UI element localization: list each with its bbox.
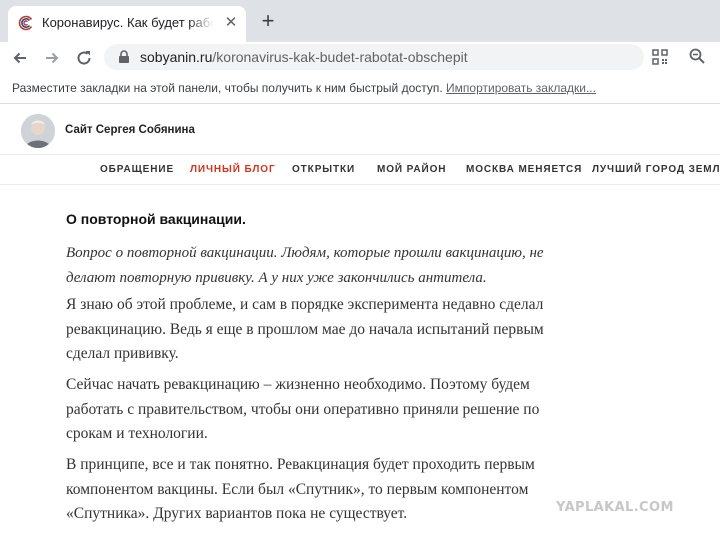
nav-item-luchshiy-gorod[interactable]: ЛУЧШИЙ ГОРОД ЗЕМЛИ <box>592 164 720 175</box>
tab-strip: Коронавирус. Как будет работать общепит … <box>0 0 720 42</box>
paragraph-line: В принципе, все и так понятно. Ревакцина… <box>66 456 535 473</box>
site-nav: ОБРАЩЕНИЕ ЛИЧНЫЙ БЛОГ ОТКРЫТКИ МОЙ РАЙОН… <box>0 154 720 185</box>
bookmarks-hint: Разместите закладки на этой панели, чтоб… <box>12 81 596 95</box>
paragraph-line: срокам и технологии. <box>66 425 208 442</box>
qr-code-icon[interactable] <box>652 49 668 65</box>
nav-item-moy-rayon[interactable]: МОЙ РАЙОН <box>377 164 446 175</box>
question-line: делают повторную прививку. А у них уже з… <box>66 269 487 286</box>
paragraph-line: компонентом вакцины. Если был «Спутник»,… <box>66 480 529 498</box>
close-icon[interactable]: ✕ <box>222 14 240 32</box>
tab-title: Коронавирус. Как будет работать общепит <box>42 15 214 30</box>
nav-item-moskva-menyaetsya[interactable]: МОСКВА МЕНЯЕТСЯ <box>466 164 582 175</box>
url-path: /koronavirus-kak-budet-rabotat-obschepit <box>212 49 468 65</box>
watermark: YAPLAKAL.COM <box>556 500 674 515</box>
avatar[interactable] <box>21 114 55 148</box>
zoom-icon[interactable] <box>688 47 706 65</box>
address-bar[interactable]: sobyanin.ru/koronavirus-kak-budet-rabota… <box>104 44 644 70</box>
arrow-left-icon[interactable] <box>9 47 31 69</box>
article-paragraph: Сейчас начать ревакцинацию – жизненно не… <box>66 373 539 447</box>
url-text[interactable]: sobyanin.ru/koronavirus-kak-budet-rabota… <box>140 49 468 65</box>
url-domain: sobyanin.ru <box>140 49 213 65</box>
nav-item-obrashchenie[interactable]: ОБРАЩЕНИЕ <box>100 164 174 175</box>
browser-tab[interactable]: Коронавирус. Как будет работать общепит … <box>8 6 246 42</box>
bookmarks-hint-text: Разместите закладки на этой панели, чтоб… <box>12 81 447 95</box>
arrow-right-icon[interactable] <box>41 47 63 69</box>
paragraph-line: работать с правительством, чтобы они опе… <box>66 400 540 418</box>
article-paragraph: В принципе, все и так понятно. Ревакцина… <box>66 453 535 527</box>
paragraph-line: ревакцинацию. Ведь я еще в прошлом мае д… <box>66 320 544 338</box>
import-bookmarks-link[interactable]: Импортировать закладки... <box>446 81 596 95</box>
site-title[interactable]: Сайт Сергея Собянина <box>65 124 195 136</box>
browser-toolbar: sobyanin.ru/koronavirus-kak-budet-rabota… <box>0 42 720 72</box>
article-question: Вопрос о повторной вакцинации. Людям, ко… <box>66 241 544 290</box>
bookmarks-bar: Разместите закладки на этой панели, чтоб… <box>0 72 720 104</box>
nav-item-blog[interactable]: ЛИЧНЫЙ БЛОГ <box>190 164 276 175</box>
site-header: Сайт Сергея Собянина <box>0 104 720 154</box>
portrait-icon <box>21 114 55 148</box>
article-heading: О повторной вакцинации. <box>66 211 246 227</box>
plus-icon[interactable]: + <box>258 10 278 32</box>
article-paragraph: Я знаю об этой проблеме, и сам в порядке… <box>66 293 544 367</box>
paragraph-line: сделал прививку. <box>66 345 179 362</box>
question-line: Вопрос о повторной вакцинации. Людям, ко… <box>66 245 544 261</box>
site-favicon-icon <box>18 15 33 31</box>
lock-icon[interactable] <box>118 50 130 64</box>
reload-icon[interactable] <box>73 47 95 69</box>
nav-item-otkrytki[interactable]: ОТКРЫТКИ <box>292 164 355 175</box>
paragraph-line: Сейчас начать ревакцинацию – жизненно не… <box>66 376 530 393</box>
paragraph-line: Я знаю об этой проблеме, и сам в порядке… <box>66 296 544 313</box>
paragraph-line: «Спутника». Других вариантов пока не сущ… <box>66 505 408 522</box>
